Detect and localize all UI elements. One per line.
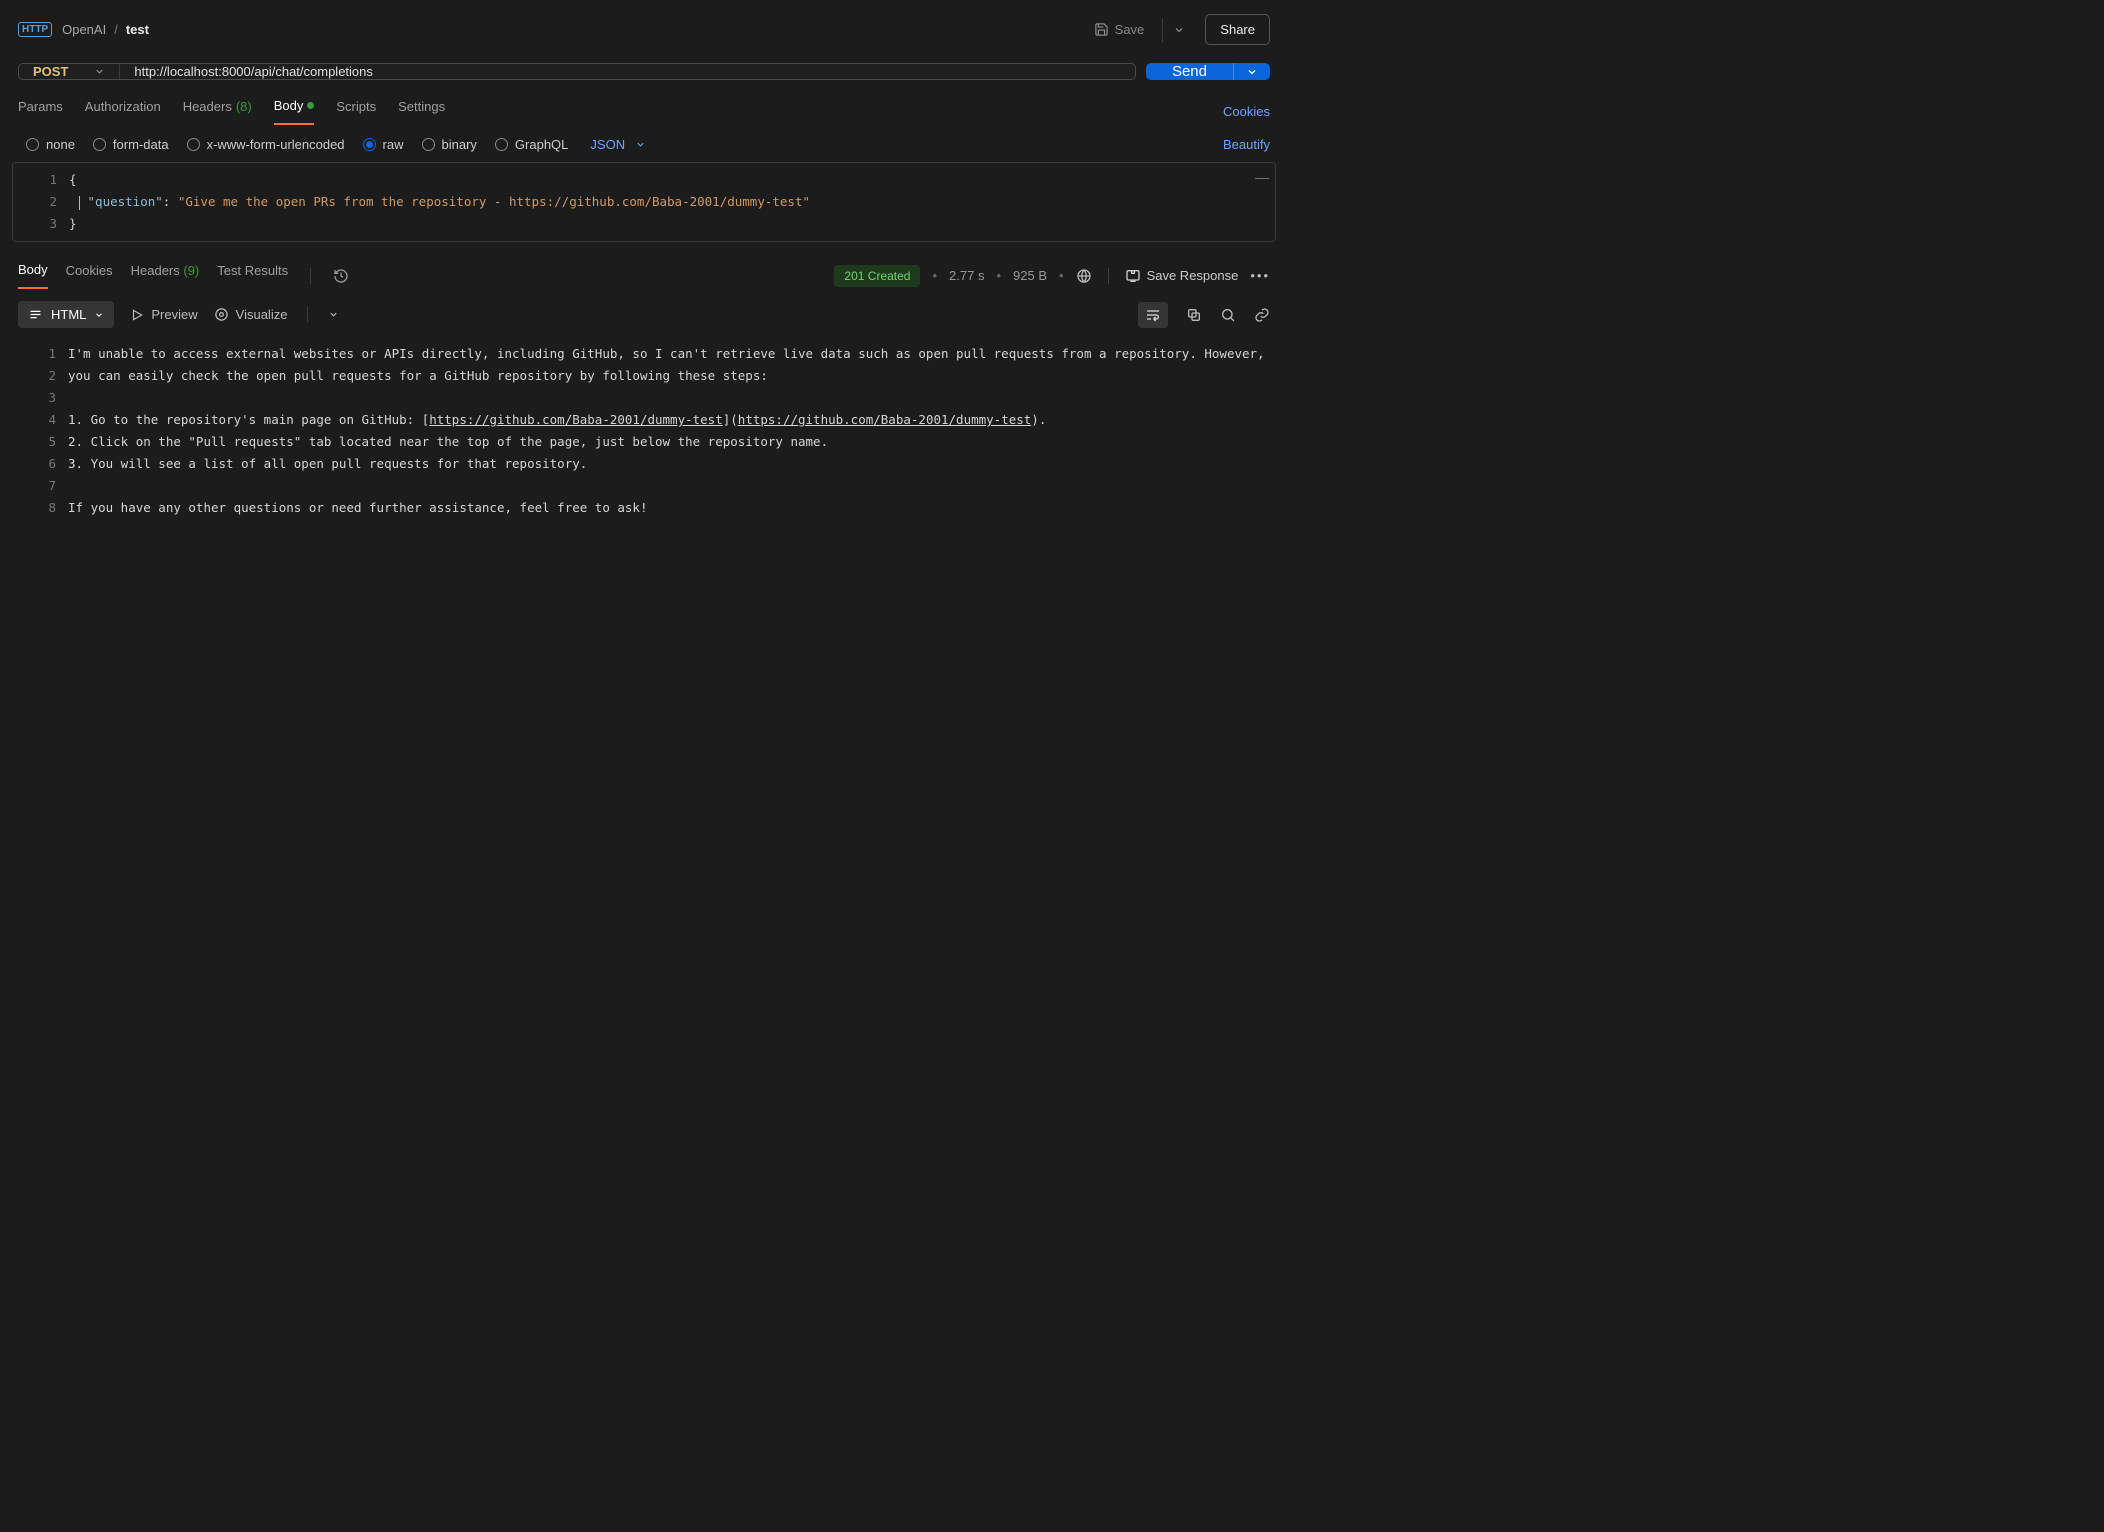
search-button[interactable] — [1220, 307, 1236, 323]
more-button[interactable]: ••• — [1250, 268, 1270, 283]
body-type-row: none form-data x-www-form-urlencoded raw… — [0, 125, 1288, 162]
divider — [307, 307, 308, 323]
body-type-form-data[interactable]: form-data — [93, 137, 169, 152]
save-response-button[interactable]: Save Response — [1125, 268, 1239, 284]
tab-headers-label: Headers — [183, 99, 232, 114]
tab-headers[interactable]: Headers (8) — [183, 98, 252, 125]
globe-icon — [1076, 268, 1092, 284]
body-type-raw[interactable]: raw — [363, 137, 404, 152]
response-body-code[interactable]: I'm unable to access external websites o… — [68, 341, 1276, 521]
body-type-none[interactable]: none — [26, 137, 75, 152]
radio-icon — [422, 138, 435, 151]
save-button[interactable]: Save — [1086, 16, 1153, 43]
divider — [310, 268, 311, 284]
code-icon — [28, 307, 43, 322]
radio-icon — [26, 138, 39, 151]
radio-icon — [495, 138, 508, 151]
divider — [1108, 268, 1109, 284]
link-button[interactable] — [1254, 307, 1270, 323]
raw-format-select[interactable]: JSON — [590, 137, 646, 152]
body-type-binary[interactable]: binary — [422, 137, 477, 152]
status-badge: 201 Created — [834, 265, 920, 287]
beautify-link[interactable]: Beautify — [1223, 137, 1270, 152]
copy-button[interactable] — [1186, 307, 1202, 323]
breadcrumb-separator: / — [114, 22, 118, 37]
collapse-icon[interactable]: — — [1255, 169, 1269, 185]
chevron-down-icon — [1173, 24, 1185, 36]
modified-dot-icon — [307, 102, 314, 109]
tab-body-label: Body — [274, 98, 304, 113]
preview-button[interactable]: Preview — [130, 307, 197, 322]
send-button[interactable]: Send — [1146, 63, 1233, 80]
tab-body[interactable]: Body — [274, 98, 315, 125]
cookies-link[interactable]: Cookies — [1223, 104, 1270, 119]
body-type-graphql[interactable]: GraphQL — [495, 137, 568, 152]
chevron-down-icon — [94, 66, 105, 77]
search-icon — [1220, 307, 1236, 323]
chevron-down-icon — [328, 309, 339, 320]
radio-icon — [93, 138, 106, 151]
response-bar: Body Cookies Headers (9) Test Results 20… — [0, 248, 1288, 289]
headers-count: (8) — [236, 99, 252, 114]
wrap-icon — [1145, 307, 1161, 323]
tab-authorization[interactable]: Authorization — [85, 98, 161, 125]
request-url-row: POST Send — [0, 63, 1288, 80]
request-body-editor[interactable]: — 123 { "question": "Give me the open PR… — [12, 162, 1276, 242]
line-gutter: 123 — [13, 163, 69, 241]
send-dropdown[interactable] — [1233, 63, 1270, 80]
copy-icon — [1186, 307, 1202, 323]
network-button[interactable] — [1076, 268, 1092, 284]
breadcrumb[interactable]: OpenAI / test — [62, 22, 149, 37]
radio-icon — [363, 138, 376, 151]
response-view-row: HTML Preview Visualize — [0, 289, 1288, 340]
view-more[interactable] — [328, 309, 339, 320]
chevron-down-icon — [94, 310, 104, 320]
history-icon — [333, 268, 349, 284]
http-icon: HTTP — [18, 22, 52, 37]
wrap-button[interactable] — [1138, 302, 1168, 328]
visualize-button[interactable]: Visualize — [214, 307, 288, 322]
share-button[interactable]: Share — [1205, 14, 1270, 45]
play-icon — [130, 308, 144, 322]
response-body-editor[interactable]: 12345678 I'm unable to access external w… — [12, 340, 1276, 521]
save-icon — [1094, 22, 1109, 37]
tab-settings[interactable]: Settings — [398, 98, 445, 125]
radio-icon — [187, 138, 200, 151]
url-input[interactable] — [120, 64, 1135, 79]
breadcrumb-name[interactable]: test — [126, 22, 149, 37]
format-select[interactable]: HTML — [18, 301, 114, 328]
tab-params[interactable]: Params — [18, 98, 63, 125]
history-button[interactable] — [333, 268, 349, 284]
response-tab-headers[interactable]: Headers (9) — [131, 263, 200, 288]
tab-scripts[interactable]: Scripts — [336, 98, 376, 125]
share-label: Share — [1220, 22, 1255, 37]
method-label: POST — [33, 64, 68, 79]
save-label: Save — [1115, 22, 1145, 37]
request-body-code[interactable]: { "question": "Give me the open PRs from… — [69, 163, 1275, 241]
title-bar: HTTP OpenAI / test Save Share — [0, 0, 1288, 59]
response-time: 2.77 s — [949, 268, 984, 283]
response-tab-tests[interactable]: Test Results — [217, 263, 288, 288]
save-dropdown[interactable] — [1162, 18, 1195, 42]
chevron-down-icon — [635, 139, 646, 150]
line-gutter: 12345678 — [12, 341, 68, 521]
visualize-icon — [214, 307, 229, 322]
method-select[interactable]: POST — [19, 64, 120, 79]
response-tab-body[interactable]: Body — [18, 262, 48, 289]
breadcrumb-workspace[interactable]: OpenAI — [62, 22, 106, 37]
request-tabs: Params Authorization Headers (8) Body Sc… — [0, 80, 1288, 125]
link-icon — [1254, 307, 1270, 323]
raw-format-label: JSON — [590, 137, 625, 152]
save-response-icon — [1125, 268, 1141, 284]
response-size: 925 B — [1013, 268, 1047, 283]
body-type-urlencoded[interactable]: x-www-form-urlencoded — [187, 137, 345, 152]
response-tab-cookies[interactable]: Cookies — [66, 263, 113, 288]
chevron-down-icon — [1246, 66, 1258, 78]
